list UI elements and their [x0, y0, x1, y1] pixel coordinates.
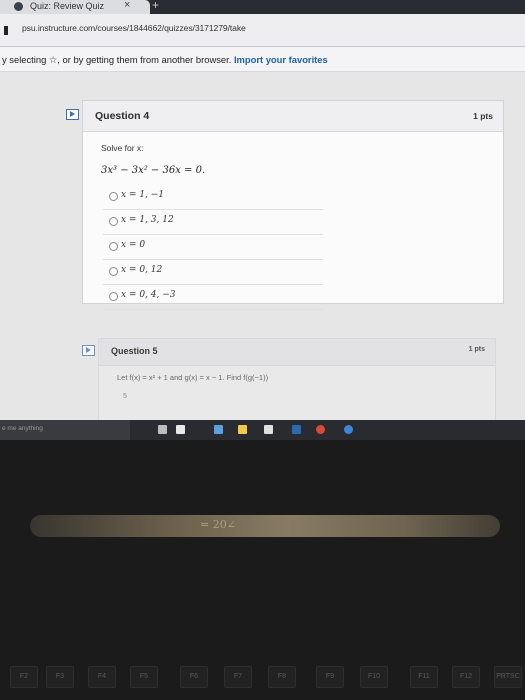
question-header: Question 4 1 pts	[83, 101, 503, 132]
answer-label: x = 0, 12	[121, 265, 163, 275]
question-title: Question 4	[95, 110, 150, 122]
question-equation: 3x³ − 3x² − 36x = 0.	[101, 165, 206, 176]
function-key[interactable]: F4	[88, 666, 116, 688]
function-key[interactable]: F11	[410, 666, 438, 688]
answer-option[interactable]: x = 0, 12	[103, 260, 323, 285]
radio-button[interactable]	[109, 292, 118, 301]
answer-option[interactable]: x = 0	[103, 235, 323, 260]
quiz-page: Question 4 1 pts Solve for x: 3x³ − 3x² …	[0, 72, 525, 430]
question-points: 1 pts	[473, 111, 493, 121]
answer-list: x = 1, −1 x = 1, 3, 12 x = 0 x = 0, 12 x…	[103, 185, 323, 310]
answer-option[interactable]: x = 1, −1	[103, 185, 323, 210]
chrome-icon[interactable]	[316, 425, 325, 434]
radio-button[interactable]	[109, 242, 118, 251]
import-favorites-link[interactable]: Import your favorites	[234, 54, 328, 65]
function-key[interactable]: F8	[268, 666, 296, 688]
edge-browser-icon[interactable]	[214, 425, 223, 434]
taskbar: e me anything	[0, 420, 525, 440]
store-icon[interactable]	[264, 425, 273, 434]
function-key[interactable]: F3	[46, 666, 74, 688]
tab-favicon-icon	[14, 2, 23, 11]
function-key-row: F2 F3 F4 F5 F6 F7 F8 F9 F10 F11 F12 PRTS…	[0, 662, 525, 698]
laptop-hinge: = 20∠	[30, 515, 500, 537]
flag-question-icon[interactable]	[82, 345, 95, 356]
radio-button[interactable]	[109, 217, 118, 226]
search-placeholder: e me anything	[2, 425, 43, 432]
radio-button[interactable]	[109, 192, 118, 201]
question-prompt: Solve for x:	[101, 143, 144, 153]
browser-tab[interactable]: Quiz: Review Quiz ×	[0, 0, 150, 14]
answer-option[interactable]: 5	[123, 393, 127, 400]
question-card-4: Question 4 1 pts Solve for x: 3x³ − 3x² …	[82, 100, 504, 310]
answer-label: x = 0, 4, −3	[121, 290, 176, 300]
tab-title: Quiz: Review Quiz	[30, 1, 105, 11]
laptop-body: = 20∠ F2 F3 F4 F5 F6 F7 F8 F9 F10 F11 F1…	[0, 440, 525, 700]
taskbar-search[interactable]: e me anything	[0, 420, 130, 440]
browser-tab-bar: Quiz: Review Quiz × +	[0, 0, 525, 14]
ie-icon[interactable]	[344, 425, 353, 434]
function-key[interactable]: F7	[224, 666, 252, 688]
answer-label: x = 0	[121, 240, 146, 250]
function-key[interactable]: F5	[130, 666, 158, 688]
question-prompt: Let f(x) = x² + 1 and g(x) = x − 1. Find…	[117, 373, 269, 382]
url-field[interactable]: psu.instructure.com/courses/1844662/quiz…	[22, 23, 246, 33]
function-key[interactable]: F12	[452, 666, 480, 688]
tab-close-icon[interactable]: ×	[124, 0, 130, 12]
radio-button[interactable]	[109, 267, 118, 276]
flag-question-icon[interactable]	[66, 109, 79, 120]
question-card-5: Question 5 1 pts Let f(x) = x² + 1 and g…	[98, 338, 496, 430]
favorites-hint-text: y selecting ☆, or by getting them from a…	[2, 54, 232, 65]
task-view-icon[interactable]	[176, 425, 185, 434]
function-key[interactable]: F9	[316, 666, 344, 688]
file-explorer-icon[interactable]	[238, 425, 247, 434]
microphone-icon[interactable]	[158, 425, 167, 434]
teams-icon[interactable]	[292, 425, 301, 434]
function-key[interactable]: F6	[180, 666, 208, 688]
function-key[interactable]: F10	[360, 666, 388, 688]
question-title: Question 5	[111, 346, 158, 356]
favorites-bar: y selecting ☆, or by getting them from a…	[0, 47, 525, 72]
answer-label: x = 1, 3, 12	[121, 215, 174, 225]
function-key[interactable]: PRTSC	[494, 666, 522, 688]
answer-label: x = 1, −1	[121, 190, 165, 200]
address-bar: psu.instructure.com/courses/1844662/quiz…	[0, 14, 525, 47]
hinge-reflection-text: = 20∠	[200, 518, 236, 531]
favorites-hint: y selecting ☆, or by getting them from a…	[2, 54, 328, 66]
question-header: Question 5 1 pts	[99, 339, 495, 366]
question-points: 1 pts	[468, 346, 485, 353]
new-tab-icon[interactable]: +	[152, 0, 159, 12]
answer-option[interactable]: x = 1, 3, 12	[103, 210, 323, 235]
answer-option[interactable]: x = 0, 4, −3	[103, 285, 323, 310]
function-key[interactable]: F2	[10, 666, 38, 688]
page-indicator-icon	[4, 26, 8, 35]
